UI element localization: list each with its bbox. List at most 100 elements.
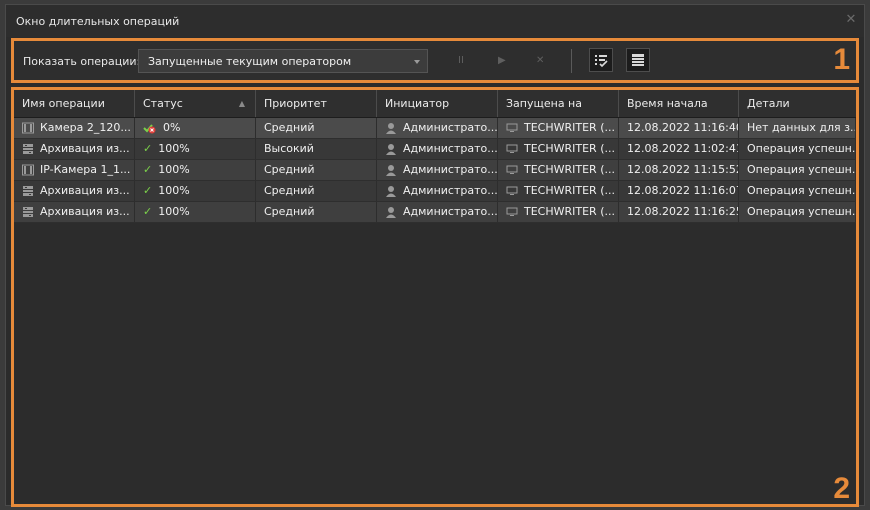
cell-initiator-text: Администрато... — [403, 121, 498, 134]
table-row[interactable]: Архивация из... ✓ 100% Средний Администрато.… — [14, 181, 856, 202]
cell-priority: Средний — [256, 160, 377, 180]
cell-host: TECHWRITER (... — [498, 160, 619, 180]
cell-operation-name-text: IP-Камера 1_1... — [40, 163, 131, 176]
cell-start-time-text: 12.08.2022 11:16:07 — [627, 184, 739, 197]
cell-priority: Высокий — [256, 139, 377, 159]
computer-icon — [506, 207, 518, 216]
pause-button[interactable]: II — [458, 55, 464, 66]
user-icon — [386, 144, 396, 155]
cell-details-text: Операция успешн... — [747, 163, 856, 176]
column-header-host[interactable]: Запущена на — [498, 90, 619, 117]
cell-priority-text: Средний — [264, 205, 315, 218]
show-operations-label: Показать операции: — [23, 55, 141, 68]
cell-status: ✓ 100% — [135, 202, 256, 222]
cell-status-text: 100% — [158, 142, 190, 155]
cell-initiator-text: Администрато... — [403, 184, 498, 197]
cell-initiator: Администрато... — [377, 139, 498, 159]
cell-status-text: 100% — [158, 184, 190, 197]
cell-operation-name-text: Архивация из... — [40, 184, 130, 197]
resume-button[interactable]: ▶ — [498, 55, 506, 66]
cell-start-time: 12.08.2022 11:16:07 — [619, 181, 739, 201]
cell-details: Операция успешн... — [739, 181, 856, 201]
camera-icon — [22, 164, 34, 176]
cell-priority-text: Средний — [264, 121, 315, 134]
cell-host-text: TECHWRITER (... — [524, 121, 615, 134]
archive-icon — [23, 186, 33, 196]
column-header-priority[interactable]: Приоритет — [256, 90, 377, 117]
cell-host-text: TECHWRITER (... — [524, 205, 615, 218]
cell-start-time: 12.08.2022 11:02:41 — [619, 139, 739, 159]
filter-value: Запущенные текущим оператором — [148, 55, 352, 68]
column-header-status[interactable]: Статус ▲ — [135, 90, 256, 117]
cell-start-time: 12.08.2022 11:16:25 — [619, 202, 739, 222]
cell-host: TECHWRITER (... — [498, 139, 619, 159]
computer-icon — [506, 123, 518, 132]
table-row[interactable]: Архивация из... ✓ 100% Высокий Администрато.… — [14, 139, 856, 160]
cell-details-text: Операция успешн... — [747, 205, 856, 218]
list-check-view-button[interactable] — [589, 48, 613, 72]
cell-priority-text: Средний — [264, 163, 315, 176]
cell-host-text: TECHWRITER (... — [524, 184, 615, 197]
table-icon — [632, 54, 644, 66]
table-header: Имя операции Статус ▲ Приоритет Инициато… — [14, 90, 856, 118]
computer-icon — [506, 186, 518, 195]
cell-initiator: Администрато... — [377, 160, 498, 180]
column-header-name[interactable]: Имя операции — [14, 90, 135, 117]
cell-operation-name-text: Архивация из... — [40, 205, 130, 218]
camera-icon — [22, 122, 34, 134]
cell-host: TECHWRITER (... — [498, 118, 619, 138]
table-row[interactable]: Архивация из... ✓ 100% Средний Администрато.… — [14, 202, 856, 223]
user-icon — [386, 207, 396, 218]
cancel-operation-button[interactable]: ✕ — [536, 55, 544, 66]
cell-priority: Средний — [256, 202, 377, 222]
cell-initiator-text: Администрато... — [403, 205, 498, 218]
cell-priority: Средний — [256, 118, 377, 138]
cell-status-text: 0% — [163, 121, 181, 134]
table-row[interactable]: IP-Камера 1_1... ✓ 100% Средний Администрато… — [14, 160, 856, 181]
close-icon[interactable]: ✕ — [844, 13, 858, 27]
check-icon: ✓ — [143, 142, 153, 155]
cell-operation-name: Камера 2_120... — [14, 118, 135, 138]
table-view-button[interactable] — [626, 48, 650, 72]
cell-priority-text: Высокий — [264, 142, 314, 155]
operations-toolbar: Показать операции: Запущенные текущим оп… — [11, 38, 859, 83]
operations-filter-select[interactable]: Запущенные текущим оператором — [138, 49, 428, 73]
error-progress-icon — [143, 124, 156, 134]
cell-priority: Средний — [256, 181, 377, 201]
check-icon: ✓ — [143, 163, 153, 176]
cell-details: Операция успешн... — [739, 202, 856, 222]
table-row[interactable]: Камера 2_120... 0% Средний Администрато... T… — [14, 118, 856, 139]
cell-status: ✓ 100% — [135, 160, 256, 180]
cell-details-text: Операция успешн... — [747, 184, 856, 197]
cell-operation-name: Архивация из... — [14, 139, 135, 159]
check-icon: ✓ — [143, 184, 153, 197]
cell-initiator-text: Администрато... — [403, 163, 498, 176]
cell-host: TECHWRITER (... — [498, 181, 619, 201]
cell-status: ✓ 100% — [135, 139, 256, 159]
column-header-start-time[interactable]: Время начала — [619, 90, 739, 117]
region-marker-2: 2 — [833, 472, 850, 505]
archive-icon — [23, 144, 33, 154]
cell-start-time-text: 12.08.2022 11:16:40 — [627, 121, 739, 134]
sort-ascending-icon: ▲ — [238, 99, 245, 108]
cell-start-time-text: 12.08.2022 11:16:25 — [627, 205, 739, 218]
user-icon — [386, 123, 396, 134]
computer-icon — [506, 165, 518, 174]
cell-initiator: Администрато... — [377, 118, 498, 138]
cell-operation-name-text: Камера 2_120... — [40, 121, 131, 134]
user-icon — [386, 165, 396, 176]
archive-icon — [23, 207, 33, 217]
cell-host-text: TECHWRITER (... — [524, 142, 615, 155]
cell-host: TECHWRITER (... — [498, 202, 619, 222]
cell-details-text: Операция успешн... — [747, 142, 856, 155]
column-header-initiator[interactable]: Инициатор — [377, 90, 498, 117]
cell-start-time-text: 12.08.2022 11:15:52 — [627, 163, 739, 176]
cell-initiator: Администрато... — [377, 202, 498, 222]
cell-operation-name: Архивация из... — [14, 202, 135, 222]
column-header-details[interactable]: Детали — [739, 90, 856, 117]
cell-start-time: 12.08.2022 11:16:40 — [619, 118, 739, 138]
cell-operation-name: Архивация из... — [14, 181, 135, 201]
cell-host-text: TECHWRITER (... — [524, 163, 615, 176]
user-icon — [386, 186, 396, 197]
cell-details: Операция успешн... — [739, 139, 856, 159]
